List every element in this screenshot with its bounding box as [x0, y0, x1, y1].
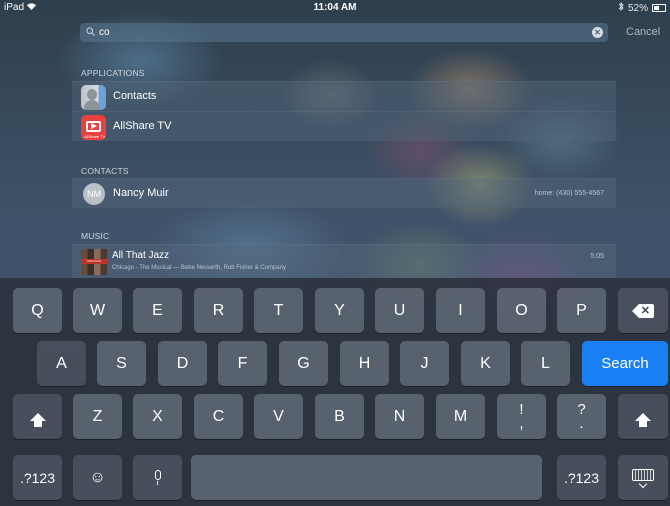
result-label: Contacts	[113, 90, 157, 102]
key-i[interactable]: I	[436, 288, 485, 333]
space-bar[interactable]	[191, 455, 542, 500]
status-time: 11:04 AM	[313, 2, 357, 13]
battery-icon	[652, 4, 666, 12]
emoji-key[interactable]: ☺	[73, 455, 122, 500]
song-subtitle: Chicago - The Musical — Bebe Neuwirth, R…	[112, 265, 286, 271]
key-c[interactable]: C	[194, 394, 243, 439]
hide-keyboard-icon	[632, 468, 654, 488]
result-row-contact[interactable]: NM Nancy Muir home: (430) 555-4567	[72, 178, 616, 208]
applications-header: APPLICATIONS	[81, 68, 145, 78]
result-label: AllShare TV	[113, 120, 172, 132]
key-z[interactable]: Z	[73, 394, 122, 439]
key-k[interactable]: K	[461, 341, 510, 386]
status-bar: iPad 11:04 AM 52%	[0, 0, 670, 16]
emoji-icon: ☺	[89, 468, 106, 486]
key-s[interactable]: S	[97, 341, 146, 386]
delete-key[interactable]: ✕	[618, 288, 668, 333]
key-v[interactable]: V	[254, 394, 303, 439]
key-u[interactable]: U	[375, 288, 424, 333]
key-m[interactable]: M	[436, 394, 485, 439]
microphone-icon	[153, 469, 163, 486]
search-key[interactable]: Search	[582, 341, 668, 386]
contacts-app-icon	[81, 85, 106, 110]
contact-name: Nancy Muir	[113, 187, 169, 199]
key-j[interactable]: J	[400, 341, 449, 386]
music-header: MUSIC	[81, 231, 110, 241]
cancel-button[interactable]: Cancel	[626, 26, 660, 38]
status-right: 52%	[618, 1, 666, 14]
contact-phone: home: (430) 555-4567	[534, 190, 604, 197]
result-row-contacts[interactable]: Contacts	[72, 81, 616, 111]
key-d[interactable]: D	[158, 341, 207, 386]
numbers-key-left[interactable]: .?123	[13, 455, 62, 500]
clear-search-button[interactable]: ✕	[592, 27, 603, 38]
search-icon	[86, 26, 95, 39]
numbers-key-right[interactable]: .?123	[557, 455, 606, 500]
result-row-song[interactable]: CHICAGO All That Jazz Chicago - The Musi…	[72, 244, 616, 278]
shift-key-left[interactable]	[13, 394, 62, 439]
key-p[interactable]: P	[557, 288, 606, 333]
shift-arrow-icon	[29, 412, 46, 427]
contacts-header: CONTACTS	[81, 166, 129, 176]
shift-arrow-icon	[635, 412, 651, 427]
song-duration: 5:05	[590, 253, 604, 260]
shift-key-right[interactable]	[618, 394, 668, 439]
song-title: All That Jazz	[112, 250, 170, 261]
contact-avatar: NM	[83, 183, 105, 205]
key-w[interactable]: W	[73, 288, 122, 333]
key-r[interactable]: R	[194, 288, 243, 333]
battery-percent: 52%	[627, 2, 648, 14]
key-y[interactable]: Y	[315, 288, 364, 333]
key-q[interactable]: Q	[13, 288, 62, 333]
delete-icon: ✕	[632, 303, 654, 318]
key-b[interactable]: B	[315, 394, 364, 439]
bluetooth-icon	[618, 1, 624, 14]
key-n[interactable]: N	[375, 394, 424, 439]
keyboard: Q W E R T Y U I O P ✕ A S D F G H J K L …	[0, 278, 670, 506]
key-l[interactable]: L	[521, 341, 570, 386]
dictation-key[interactable]	[133, 455, 182, 500]
hide-keyboard-key[interactable]	[618, 455, 668, 500]
search-input[interactable]	[99, 27, 579, 38]
result-row-allshare-tv[interactable]: AllShare TV AllShare TV	[72, 111, 616, 141]
key-question-period[interactable]: ?.	[557, 394, 606, 439]
key-o[interactable]: O	[497, 288, 546, 333]
key-t[interactable]: T	[254, 288, 303, 333]
key-g[interactable]: G	[279, 341, 328, 386]
key-a[interactable]: A	[37, 341, 86, 386]
allshare-tv-app-icon: AllShare TV	[81, 115, 106, 140]
search-bar[interactable]: ✕	[80, 23, 608, 42]
key-e[interactable]: E	[133, 288, 182, 333]
key-exclamation-comma[interactable]: !,	[497, 394, 546, 439]
key-x[interactable]: X	[133, 394, 182, 439]
album-art-icon: CHICAGO	[81, 249, 107, 275]
key-f[interactable]: F	[218, 341, 267, 386]
key-h[interactable]: H	[340, 341, 389, 386]
